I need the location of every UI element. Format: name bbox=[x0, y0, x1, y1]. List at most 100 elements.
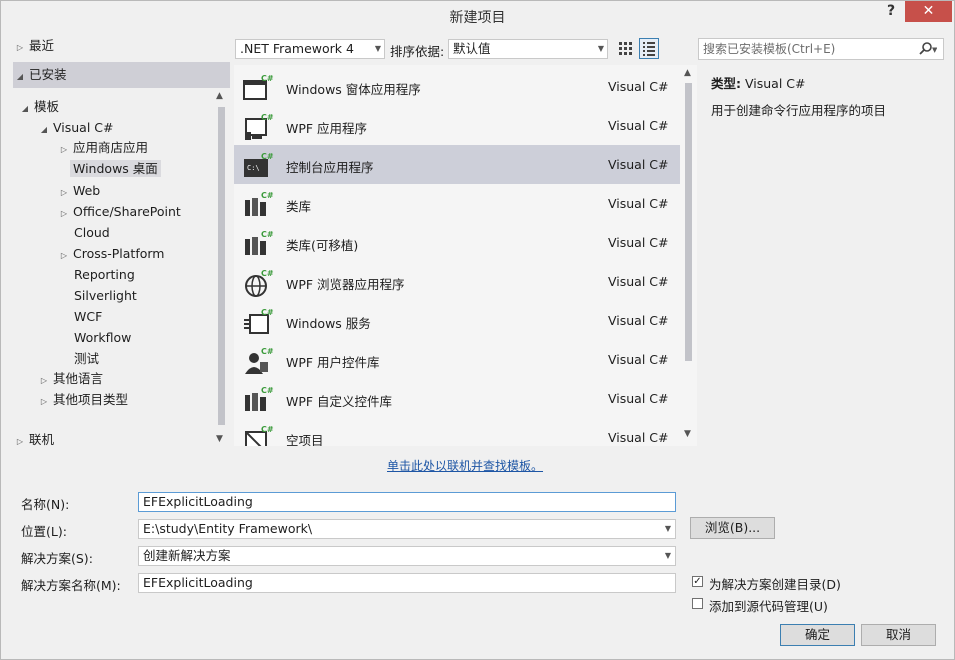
tree-item-other-project-types[interactable]: ▷ 其他项目类型 bbox=[39, 390, 128, 410]
template-list-scrollbar[interactable]: ▲ ▼ bbox=[680, 65, 697, 446]
search-input[interactable]: 搜索已安装模板(Ctrl+E) ▼ bbox=[698, 38, 944, 60]
small-icons-view-button[interactable] bbox=[615, 38, 635, 59]
browser-app-icon: C# bbox=[242, 268, 274, 298]
framework-select[interactable]: .NET Framework 4 ▼ bbox=[235, 39, 385, 59]
solution-combo[interactable]: 创建新解决方案 ▼ bbox=[138, 546, 676, 566]
create-directory-checkbox[interactable]: ✓ bbox=[692, 576, 703, 587]
tree-item-workflow[interactable]: Workflow bbox=[74, 328, 131, 348]
svg-text:C#: C# bbox=[261, 113, 274, 122]
template-list: C# Windows 窗体应用程序 Visual C# C# WPF 应用程序 Visua… bbox=[234, 65, 697, 446]
class-library-icon: C# bbox=[242, 190, 274, 220]
template-language: Visual C# bbox=[608, 274, 669, 289]
tree-item-label: WCF bbox=[74, 309, 103, 324]
create-directory-label: 为解决方案创建目录(D) bbox=[709, 577, 841, 592]
expand-arrow-icon[interactable]: ▷ bbox=[59, 183, 69, 203]
tree-item-label: Office/SharePoint bbox=[72, 204, 181, 219]
tree-item-other-languages[interactable]: ▷ 其他语言 bbox=[39, 369, 103, 389]
location-combo[interactable]: E:\study\Entity Framework\ ▼ bbox=[138, 519, 676, 539]
tree-item-cloud[interactable]: Cloud bbox=[74, 223, 110, 243]
scroll-up-icon[interactable]: ▲ bbox=[216, 91, 223, 101]
template-row[interactable]: C# 类库 Visual C# bbox=[234, 184, 680, 223]
help-button[interactable]: ? bbox=[881, 3, 901, 23]
sort-value: 默认值 bbox=[453, 41, 491, 56]
name-field[interactable]: EFExplicitLoading bbox=[138, 492, 676, 512]
tree-item-windows-desktop[interactable]: Windows 桌面 bbox=[70, 159, 161, 179]
chevron-down-icon[interactable]: ▼ bbox=[665, 520, 671, 538]
collapse-arrow-icon[interactable]: ◢ bbox=[20, 99, 30, 119]
tree-item-cross-platform[interactable]: ▷ Cross-Platform bbox=[59, 244, 165, 266]
collapse-arrow-icon[interactable]: ◢ bbox=[39, 120, 49, 140]
scroll-down-icon[interactable]: ▼ bbox=[684, 429, 691, 439]
collapse-arrow-icon[interactable]: ◢ bbox=[15, 67, 25, 87]
scroll-up-icon[interactable]: ▲ bbox=[684, 68, 691, 78]
tree-item-recent[interactable]: ▷ 最近 bbox=[15, 36, 54, 56]
expand-arrow-icon[interactable]: ▷ bbox=[39, 392, 49, 412]
portable-library-icon: C# bbox=[242, 229, 274, 259]
tree-item-reporting[interactable]: Reporting bbox=[74, 265, 135, 285]
svg-text:C#: C# bbox=[261, 74, 274, 83]
type-value: Visual C# bbox=[744, 76, 806, 91]
sort-label: 排序依据: bbox=[390, 44, 445, 59]
browse-button[interactable]: 浏览(B)... bbox=[690, 517, 775, 539]
list-view-button[interactable] bbox=[639, 38, 659, 59]
template-name: 类库 bbox=[286, 199, 312, 214]
expand-arrow-icon[interactable]: ▷ bbox=[59, 204, 69, 224]
chevron-down-icon[interactable]: ▼ bbox=[665, 547, 671, 565]
template-row[interactable]: C# WPF 浏览器应用程序 Visual C# bbox=[234, 262, 680, 301]
grid-view-icon bbox=[619, 42, 632, 55]
windows-forms-icon: C# bbox=[242, 73, 274, 103]
expand-arrow-icon[interactable]: ▷ bbox=[59, 140, 69, 160]
tree-item-label: Cross-Platform bbox=[72, 246, 165, 261]
scroll-down-icon[interactable]: ▼ bbox=[216, 434, 223, 444]
template-language: Visual C# bbox=[608, 391, 669, 406]
tree-item-installed[interactable]: ◢ 已安装 bbox=[15, 65, 67, 85]
sort-select[interactable]: 默认值 ▼ bbox=[448, 39, 608, 59]
expand-arrow-icon[interactable]: ▷ bbox=[59, 246, 69, 266]
expand-arrow-icon[interactable]: ▷ bbox=[39, 371, 49, 391]
tree-item-label: Reporting bbox=[74, 267, 135, 282]
source-control-checkbox[interactable] bbox=[692, 598, 703, 609]
scroll-thumb[interactable] bbox=[218, 107, 225, 425]
tree-item-web[interactable]: ▷ Web bbox=[59, 181, 100, 201]
tree-item-office[interactable]: ▷ Office/SharePoint bbox=[59, 202, 181, 222]
template-row[interactable]: C# 类库(可移植) Visual C# bbox=[234, 223, 680, 262]
solution-name-field[interactable]: EFExplicitLoading bbox=[138, 573, 676, 593]
type-label: 类型: bbox=[711, 76, 741, 91]
svg-text:C#: C# bbox=[261, 308, 274, 317]
svg-text:C:\: C:\ bbox=[247, 164, 260, 172]
tree-item-visual-cs[interactable]: ◢ Visual C# bbox=[39, 118, 114, 140]
template-row[interactable]: C:\ C# 控制台应用程序 Visual C# bbox=[234, 145, 680, 184]
tree-item-store-apps[interactable]: ▷ 应用商店应用 bbox=[59, 138, 148, 158]
template-name: 类库(可移植) bbox=[286, 238, 359, 253]
name-label: 名称(N): bbox=[21, 497, 70, 512]
cancel-button[interactable]: 取消 bbox=[861, 624, 936, 646]
template-row[interactable]: C# WPF 用户控件库 Visual C# bbox=[234, 340, 680, 379]
search-placeholder: 搜索已安装模板(Ctrl+E) bbox=[703, 42, 836, 56]
tree-item-wcf[interactable]: WCF bbox=[74, 307, 102, 327]
search-icon[interactable]: ▼ bbox=[917, 39, 938, 65]
ok-button[interactable]: 确定 bbox=[780, 624, 855, 646]
tree-item-label: Web bbox=[72, 183, 101, 198]
template-row[interactable]: C# Windows 窗体应用程序 Visual C# bbox=[234, 67, 680, 106]
expand-arrow-icon[interactable]: ▷ bbox=[15, 38, 25, 58]
tree-item-online[interactable]: ▷ 联机 bbox=[15, 430, 54, 450]
template-row[interactable]: C# 空项目 Visual C# bbox=[234, 418, 680, 446]
online-templates-link[interactable]: 单击此处以联机并查找模板。 bbox=[387, 457, 543, 474]
solution-value: 创建新解决方案 bbox=[143, 548, 231, 563]
tree-item-silverlight[interactable]: Silverlight bbox=[74, 286, 137, 306]
expand-arrow-icon[interactable]: ▷ bbox=[15, 432, 25, 452]
template-row[interactable]: C# Windows 服务 Visual C# bbox=[234, 301, 680, 340]
tree-item-templates[interactable]: ◢ 模板 bbox=[20, 97, 59, 117]
framework-value: .NET Framework 4 bbox=[240, 41, 354, 56]
template-row[interactable]: C# WPF 应用程序 Visual C# bbox=[234, 106, 680, 145]
scroll-thumb[interactable] bbox=[685, 83, 692, 361]
template-language: Visual C# bbox=[608, 196, 669, 211]
tree-item-label: 最近 bbox=[28, 38, 54, 53]
tree-scrollbar[interactable]: ▲ ▼ bbox=[213, 91, 229, 447]
template-row[interactable]: C# WPF 自定义控件库 Visual C# bbox=[234, 379, 680, 418]
tree-item-test[interactable]: 测试 bbox=[74, 349, 99, 369]
template-name: Windows 窗体应用程序 bbox=[286, 82, 421, 97]
close-button[interactable]: ✕ bbox=[905, 1, 952, 22]
tree-item-label: 其他语言 bbox=[52, 371, 103, 386]
tree-item-label: 其他项目类型 bbox=[52, 392, 128, 407]
